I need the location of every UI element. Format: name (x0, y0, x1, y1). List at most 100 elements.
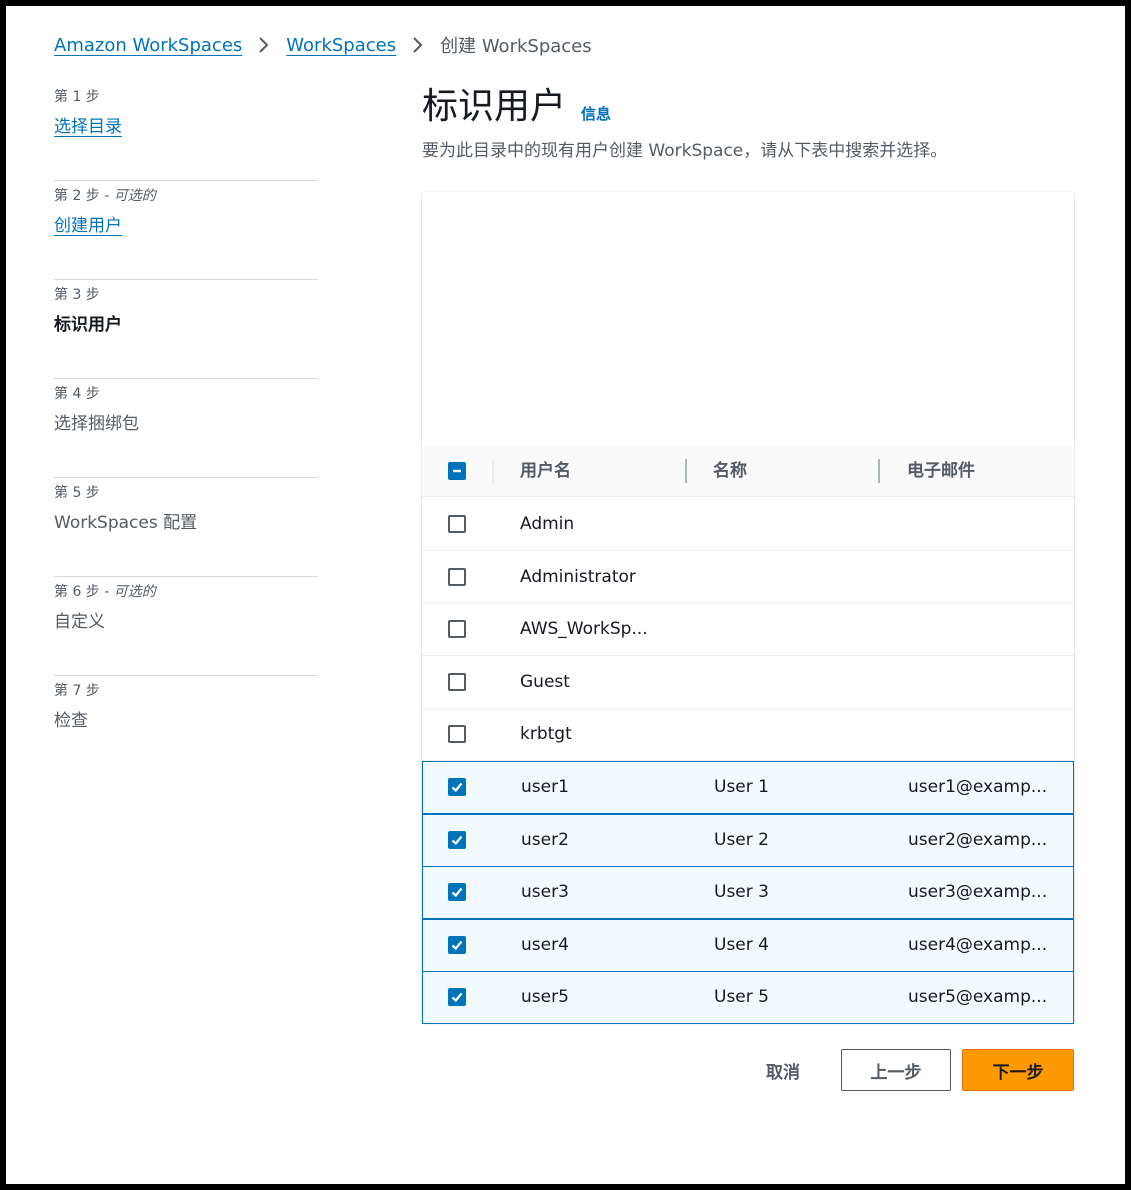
row-checkbox[interactable] (448, 620, 466, 638)
cell-username: user3 (521, 882, 569, 902)
select-all-checkbox[interactable] (448, 462, 466, 480)
step-label: 第 4 步 (54, 386, 100, 402)
table-row[interactable]: user3 User 3 user3@examp... (422, 866, 1074, 919)
cell-name (713, 603, 883, 655)
step-title: 检查 (54, 711, 88, 731)
chevron-right-icon (412, 36, 424, 54)
cell-name: User 3 (714, 882, 769, 902)
cell-username: user4 (521, 935, 569, 955)
cell-email (907, 498, 1067, 550)
step-title-current: 标识用户 (54, 315, 122, 335)
cell-email: user1@examp... (908, 777, 1048, 797)
minus-icon (453, 469, 461, 473)
checkmark-icon (451, 782, 463, 793)
cell-username: Administrator (520, 567, 636, 587)
cell-username: Guest (520, 672, 570, 692)
cell-name: User 1 (714, 777, 769, 797)
cell-email (907, 656, 1067, 708)
row-checkbox[interactable] (448, 778, 466, 796)
step-title: 自定义 (54, 612, 105, 632)
table-row[interactable]: krbtgt (422, 708, 1074, 761)
page-title: 标识用户 (422, 86, 567, 127)
page-frame: Amazon WorkSpaces WorkSpaces 创建 WorkSpac… (6, 6, 1125, 1184)
cell-name (713, 708, 883, 760)
step-label: 第 2 步 (54, 188, 100, 204)
step-label: 第 1 步 (54, 89, 100, 105)
wizard-steps-nav: 第 1 步 选择目录 第 2 步 - 可选的 创建用户 第 3 步 标识用户 第… (54, 82, 318, 775)
step-label: 第 5 步 (54, 485, 100, 501)
checkmark-icon (451, 992, 463, 1003)
cell-name (713, 498, 883, 550)
column-resizer[interactable] (878, 459, 880, 483)
wizard-step-6: 第 6 步 - 可选的 自定义 (54, 577, 318, 676)
chevron-right-icon (258, 36, 270, 54)
cell-name: User 2 (714, 830, 769, 850)
cell-username: krbtgt (520, 724, 572, 744)
table-row[interactable]: user5 User 5 user5@examp... (422, 971, 1074, 1024)
row-checkbox[interactable] (448, 988, 466, 1006)
row-checkbox[interactable] (448, 831, 466, 849)
checkmark-icon (451, 887, 463, 898)
table-row[interactable]: user2 User 2 user2@examp... (422, 814, 1074, 867)
breadcrumb: Amazon WorkSpaces WorkSpaces 创建 WorkSpac… (54, 30, 592, 60)
next-button[interactable]: 下一步 (962, 1049, 1074, 1091)
checkmark-icon (451, 940, 463, 951)
breadcrumb-workspaces[interactable]: WorkSpaces (286, 35, 396, 56)
row-checkbox[interactable] (448, 936, 466, 954)
step-label: 第 3 步 (54, 287, 100, 303)
cell-email: user2@examp... (908, 830, 1048, 850)
cell-email (907, 603, 1067, 655)
cell-email (907, 708, 1067, 760)
cell-name: User 5 (714, 987, 769, 1007)
step-title-link[interactable]: 创建用户 (54, 213, 122, 239)
wizard-step-7: 第 7 步 检查 (54, 676, 318, 775)
cell-name (713, 551, 883, 603)
wizard-step-4: 第 4 步 选择捆绑包 (54, 379, 318, 478)
table-row[interactable]: Administrator (422, 551, 1074, 604)
table-row[interactable]: user4 User 4 user4@examp... (422, 919, 1074, 972)
wizard-step-2: 第 2 步 - 可选的 创建用户 (54, 181, 318, 280)
cell-email: user4@examp... (908, 935, 1048, 955)
column-header-name[interactable]: 名称 (713, 445, 747, 497)
cell-email: user5@examp... (908, 987, 1048, 1007)
cell-email: user3@examp... (908, 882, 1048, 902)
cell-name: User 4 (714, 935, 769, 955)
column-header-email[interactable]: 电子邮件 (907, 445, 975, 497)
row-checkbox[interactable] (448, 673, 466, 691)
row-checkbox[interactable] (448, 725, 466, 743)
wizard-step-1: 第 1 步 选择目录 (54, 82, 318, 181)
step-label: 第 7 步 (54, 683, 100, 699)
cancel-button[interactable]: 取消 (748, 1049, 818, 1091)
step-title: 选择捆绑包 (54, 414, 139, 434)
step-optional: - 可选的 (99, 188, 156, 204)
checkmark-icon (451, 835, 463, 846)
page-description: 要为此目录中的现有用户创建 WorkSpace，请从下表中搜索并选择。 (422, 141, 948, 161)
wizard-step-3: 第 3 步 标识用户 (54, 280, 318, 379)
table-row[interactable]: Admin (422, 498, 1074, 551)
cell-username: user5 (521, 987, 569, 1007)
column-header-username[interactable]: 用户名 (520, 445, 571, 497)
table-row[interactable]: AWS_WorkSp... (422, 603, 1074, 656)
users-table: 用户名 名称 电子邮件 Admin Administrator AWS_WorkSp… (422, 192, 1074, 1024)
step-label: 第 6 步 (54, 584, 100, 600)
cell-username: AWS_WorkSp... (520, 619, 648, 639)
column-resizer[interactable] (685, 459, 687, 483)
row-checkbox[interactable] (448, 883, 466, 901)
breadcrumb-amazon-workspaces[interactable]: Amazon WorkSpaces (54, 35, 242, 56)
column-divider (492, 459, 494, 483)
table-row[interactable]: Guest (422, 656, 1074, 709)
wizard-step-5: 第 5 步 WorkSpaces 配置 (54, 478, 318, 577)
step-optional: - 可选的 (99, 584, 156, 600)
previous-button[interactable]: 上一步 (841, 1049, 951, 1091)
info-link[interactable]: 信息 (581, 103, 611, 124)
row-checkbox[interactable] (448, 568, 466, 586)
cell-name (713, 656, 883, 708)
cell-email (907, 551, 1067, 603)
step-title-link[interactable]: 选择目录 (54, 114, 122, 140)
step-title: WorkSpaces 配置 (54, 513, 198, 533)
table-header: 用户名 名称 电子邮件 (422, 445, 1074, 497)
table-row[interactable]: user1 User 1 user1@examp... (422, 761, 1074, 814)
row-checkbox[interactable] (448, 515, 466, 533)
cell-username: user2 (521, 830, 569, 850)
breadcrumb-current: 创建 WorkSpaces (440, 36, 592, 57)
